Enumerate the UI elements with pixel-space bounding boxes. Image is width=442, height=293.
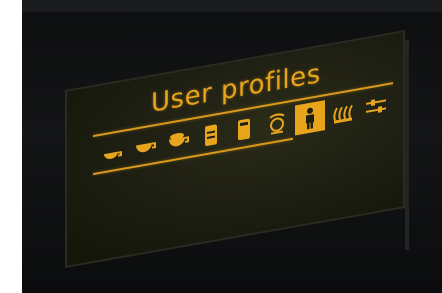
coffee-cup-icon[interactable] <box>130 129 160 164</box>
user-icon[interactable] <box>295 100 325 136</box>
cappuccino-cup-icon[interactable] <box>163 123 193 158</box>
milk-glass-icon[interactable] <box>229 112 259 147</box>
barista-icon[interactable] <box>262 106 292 141</box>
display-bezel <box>405 40 409 250</box>
latte-glass-icon[interactable] <box>196 118 226 153</box>
steam-icon[interactable] <box>328 94 358 129</box>
settings-sliders-icon[interactable] <box>361 89 391 124</box>
espresso-cup-icon[interactable] <box>97 135 127 170</box>
